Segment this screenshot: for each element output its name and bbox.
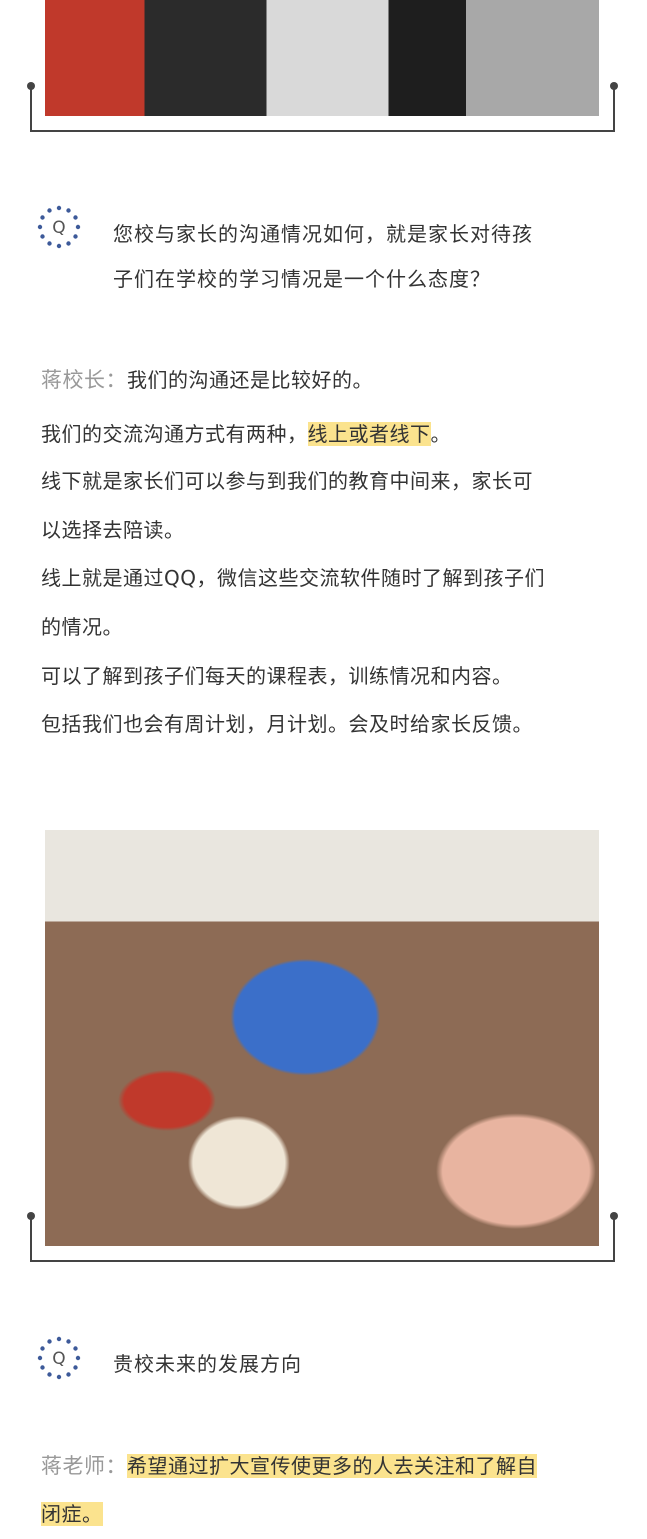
- svg-text:Q: Q: [52, 218, 65, 238]
- answer-2-line2: 闭症。: [41, 1490, 616, 1539]
- answer-1-p3: 线上就是通过QQ，微信这些交流软件随时了解到孩子们 的情况。: [41, 554, 616, 652]
- answer-1-p4: 可以了解到孩子们每天的课程表，训练情况和内容。: [41, 664, 513, 688]
- p2-line1: 线下就是家长们可以参与到我们的教育中间来，家长可: [41, 469, 533, 493]
- answer-1-intro: 蒋校长：我们的沟通还是比较好的。: [41, 356, 616, 405]
- question-icon: Q: [37, 1336, 81, 1380]
- p1-text: 我们的交流沟通方式有两种，: [41, 422, 308, 446]
- answer-2: 蒋老师：希望通过扩大宣传使更多的人去关注和了解自: [41, 1442, 616, 1491]
- question-2: 贵校未来的发展方向: [113, 1352, 302, 1376]
- question-1-line2: 子们在学校的学习情况是一个什么态度？: [113, 267, 491, 291]
- question-1-line1: 您校与家长的沟通情况如何，就是家长对待孩: [113, 222, 533, 246]
- frame-bottom: [30, 130, 615, 132]
- svg-text:Q: Q: [52, 1349, 65, 1369]
- highlight-text-2: 希望通过扩大宣传使更多的人去关注和了解自: [127, 1454, 537, 1478]
- frame-dot-right-2: [610, 1212, 618, 1220]
- frame-dot-right: [610, 82, 618, 90]
- frame-dot-left: [27, 82, 35, 90]
- frame-dot-left-2: [27, 1212, 35, 1220]
- p1-end: 。: [430, 422, 451, 446]
- frame-right: [613, 86, 615, 132]
- highlight-text-3: 闭症。: [41, 1502, 103, 1526]
- speaker-label: 蒋校长：: [41, 368, 127, 392]
- frame-left: [30, 86, 32, 132]
- highlight-text: 线上或者线下: [307, 422, 431, 446]
- frame-right-2: [613, 1216, 615, 1262]
- frame-bottom-2: [30, 1260, 615, 1262]
- frame-left-2: [30, 1216, 32, 1262]
- p2-line2: 以选择去陪读。: [41, 518, 185, 542]
- photo-children-top: [45, 0, 599, 116]
- speaker-label-2: 蒋老师：: [41, 1454, 127, 1478]
- answer-1-p2: 线下就是家长们可以参与到我们的教育中间来，家长可 以选择去陪读。: [41, 457, 616, 555]
- question-icon: Q: [37, 205, 81, 249]
- answer-1-p5: 包括我们也会有周计划，月计划。会及时给家长反馈。: [41, 712, 533, 736]
- p3-line2: 的情况。: [41, 615, 123, 639]
- photo-parents-meeting: [45, 830, 599, 1246]
- p3-line1: 线上就是通过QQ，微信这些交流软件随时了解到孩子们: [41, 566, 545, 590]
- answer-intro-text: 我们的沟通还是比较好的。: [127, 368, 373, 392]
- question-1: 您校与家长的沟通情况如何，就是家长对待孩 子们在学校的学习情况是一个什么态度？: [113, 212, 613, 302]
- answer-1-p1: 我们的交流沟通方式有两种，线上或者线下。: [41, 410, 616, 459]
